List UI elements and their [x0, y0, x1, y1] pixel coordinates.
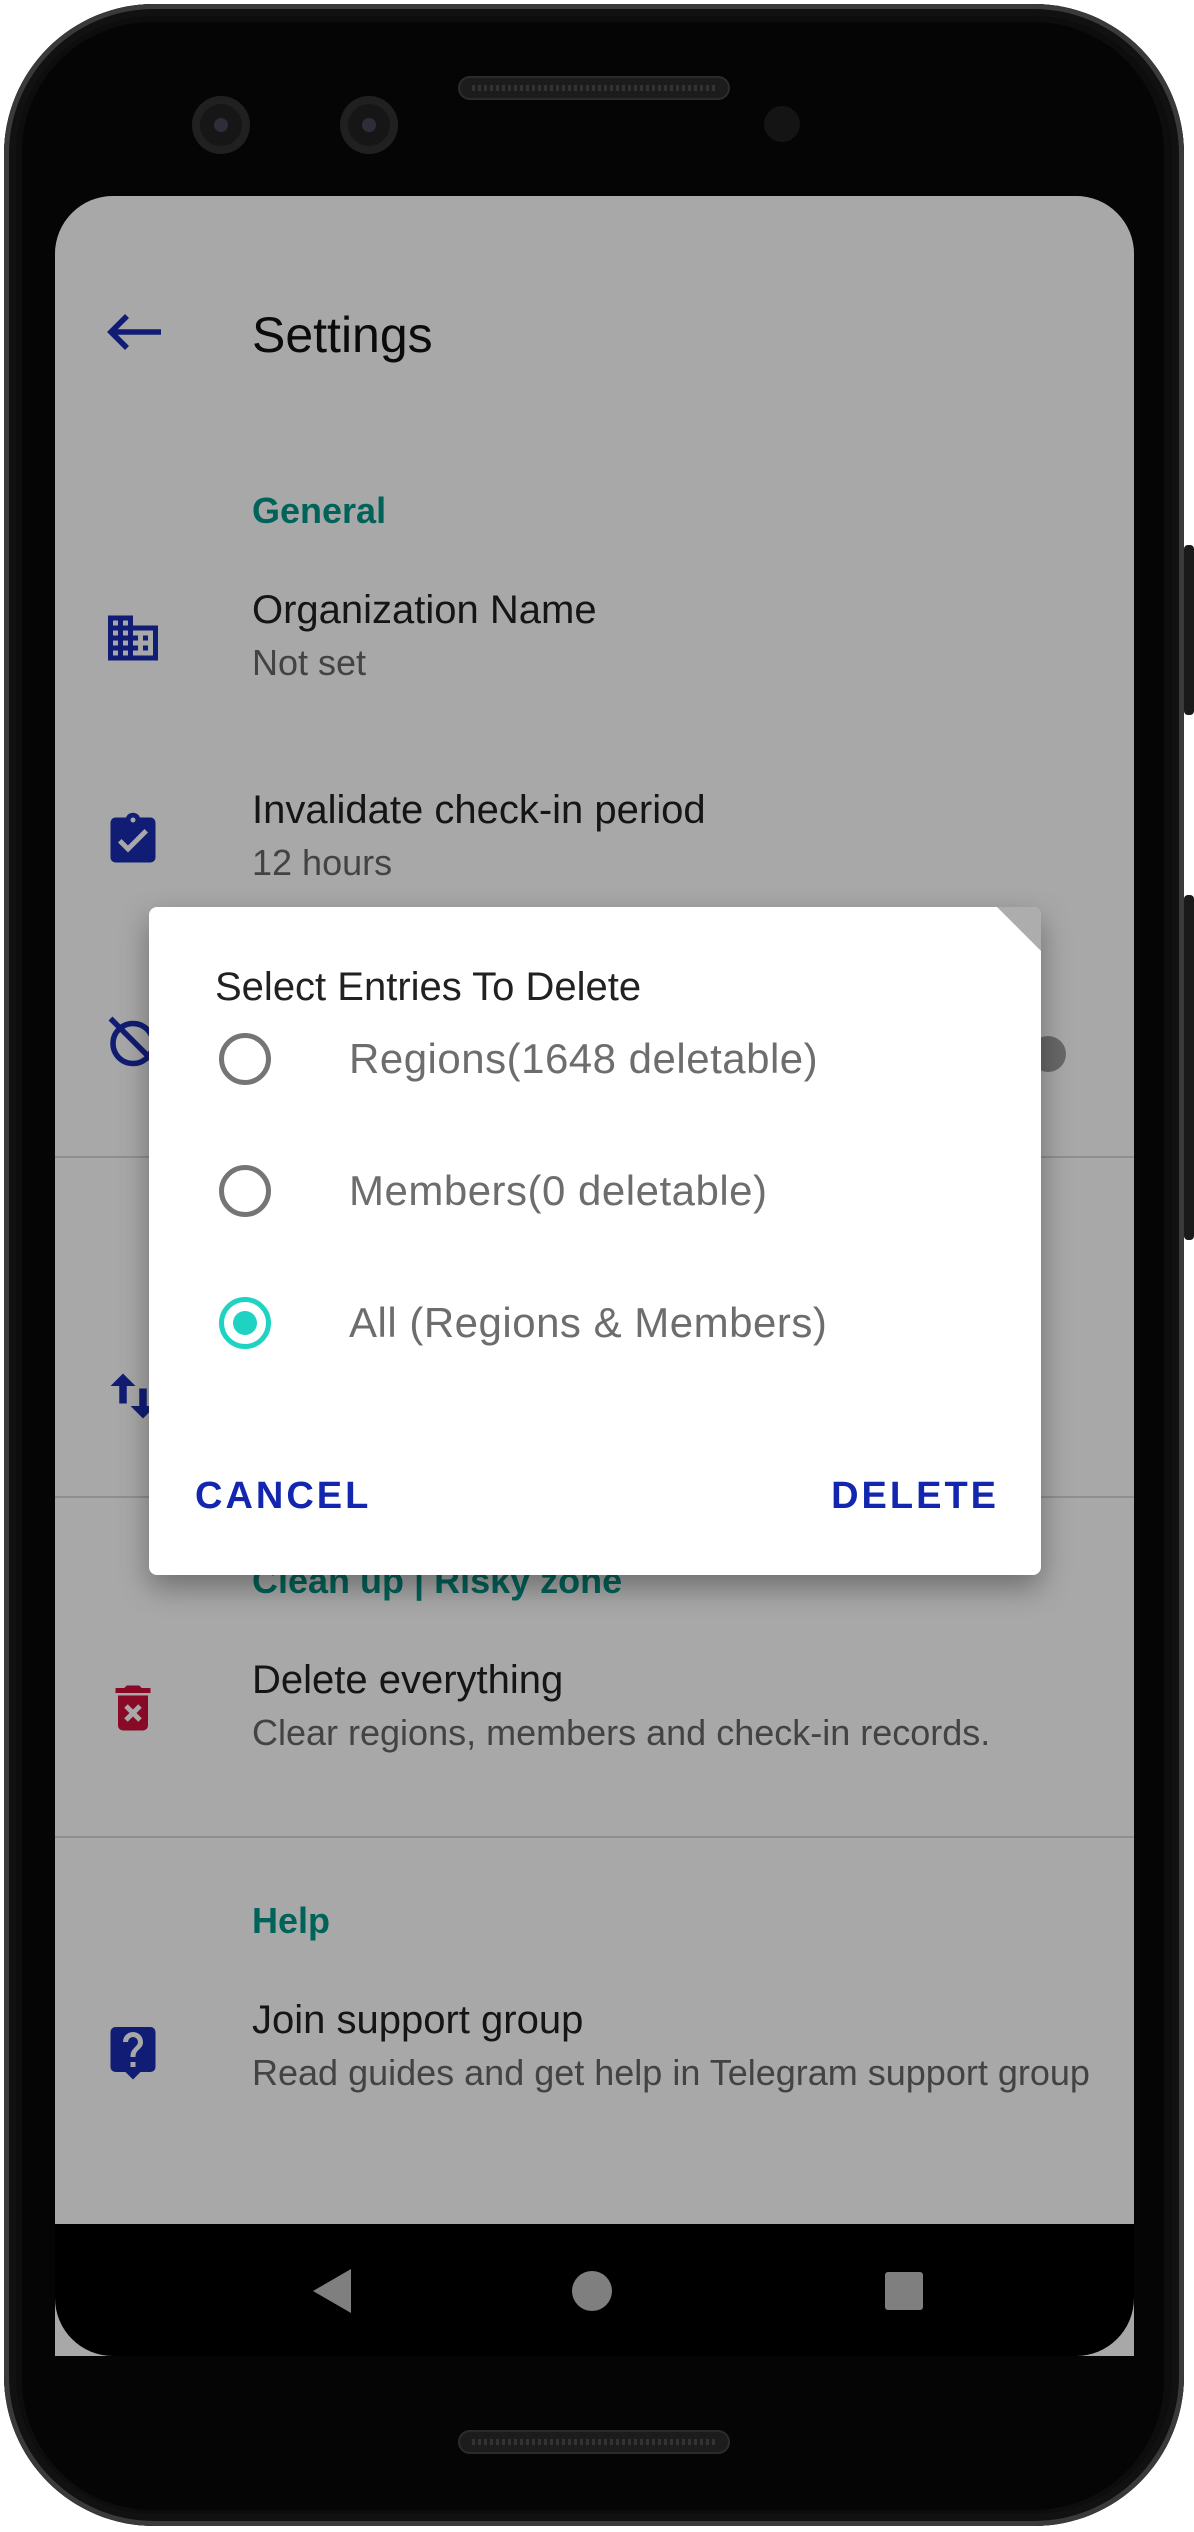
- delete-button[interactable]: DELETE: [831, 1475, 999, 1518]
- proximity-sensor: [764, 106, 800, 142]
- bottom-speaker: [458, 2430, 730, 2454]
- radio-label: All (Regions & Members): [349, 1299, 828, 1346]
- top-speaker: [458, 76, 730, 100]
- dialog-corner: [997, 907, 1041, 951]
- volume-button: [1184, 895, 1194, 1240]
- screen: 2:22 Settings General Organization Name …: [55, 196, 1134, 2356]
- front-camera-left: [192, 96, 250, 154]
- delete-entries-dialog: Select Entries To Delete Regions(1648 de…: [149, 907, 1041, 1575]
- power-button: [1184, 545, 1194, 715]
- nav-back-icon[interactable]: [313, 2269, 351, 2313]
- radio-button[interactable]: [219, 1033, 271, 1085]
- radio-label: Members(0 deletable): [349, 1167, 768, 1214]
- radio-label: Regions(1648 deletable): [349, 1035, 819, 1082]
- radio-option-all[interactable]: All (Regions & Members): [149, 1269, 1041, 1379]
- radio-button[interactable]: [219, 1165, 271, 1217]
- cancel-button[interactable]: CANCEL: [195, 1475, 371, 1518]
- radio-button-selected[interactable]: [219, 1297, 271, 1349]
- nav-recents-icon[interactable]: [885, 2272, 923, 2310]
- front-camera-right: [340, 96, 398, 154]
- radio-option-regions[interactable]: Regions(1648 deletable): [149, 1005, 1041, 1115]
- nav-home-icon[interactable]: [572, 2271, 612, 2311]
- radio-option-members[interactable]: Members(0 deletable): [149, 1137, 1041, 1247]
- navigation-bar: [55, 2224, 1134, 2356]
- dialog-title: Select Entries To Delete: [215, 965, 642, 1009]
